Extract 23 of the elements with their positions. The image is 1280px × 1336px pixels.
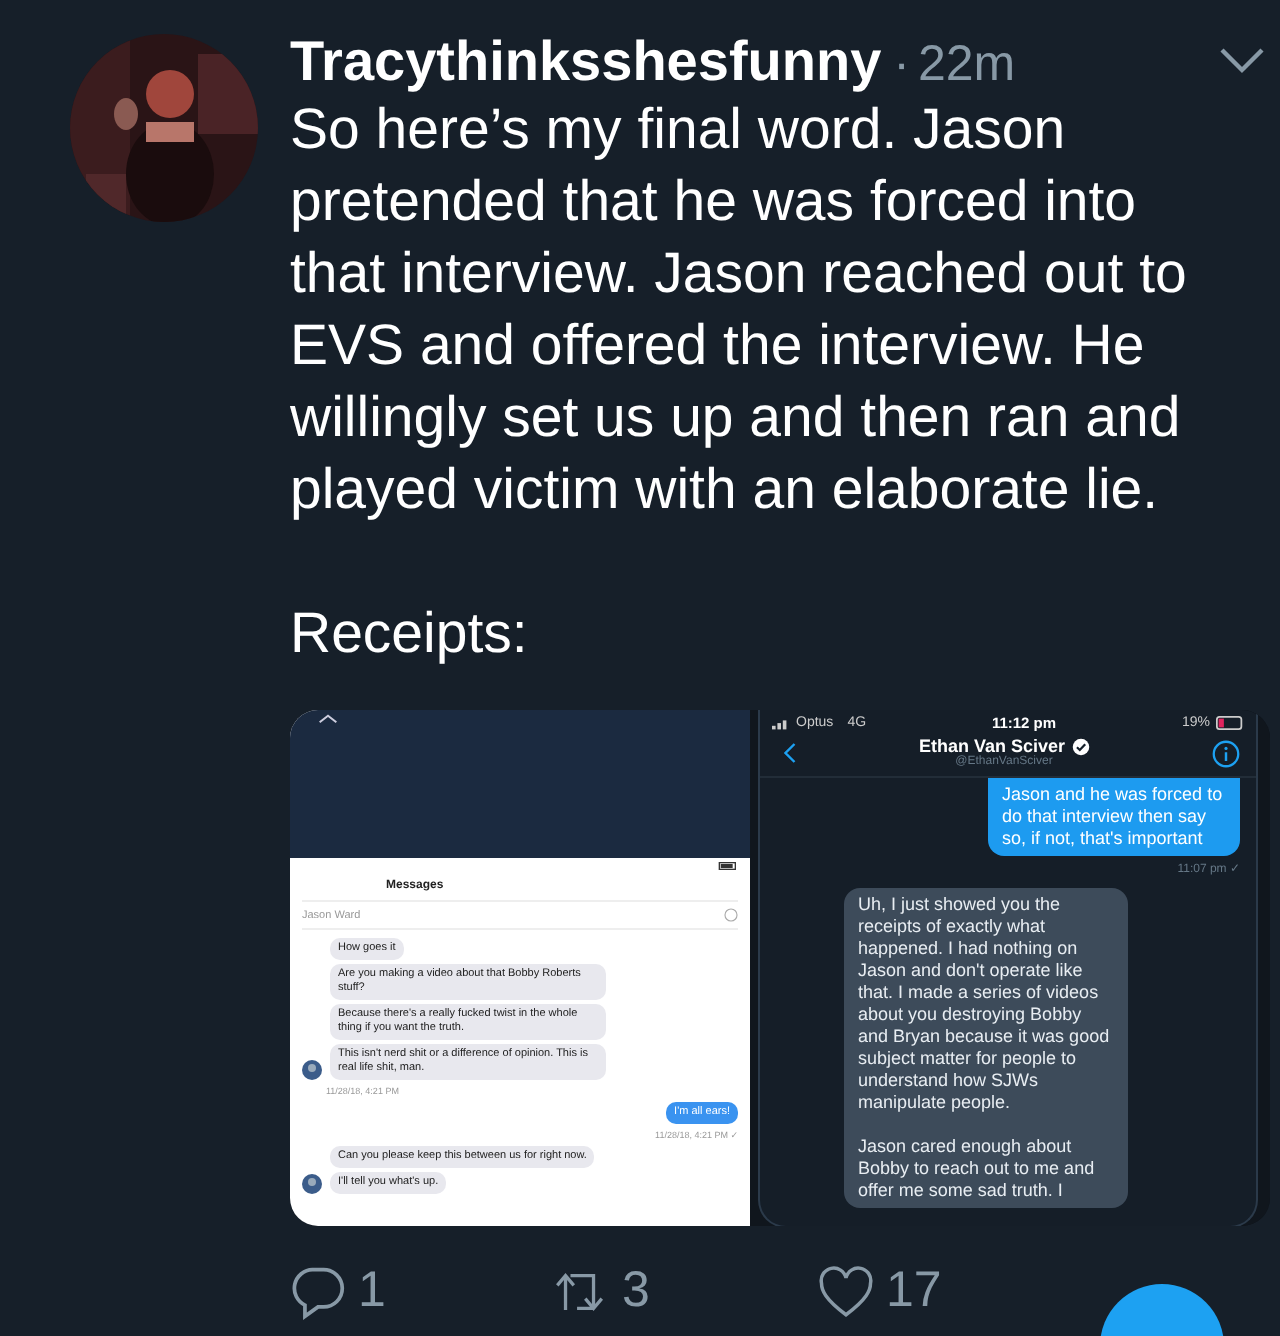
chevron-down-icon[interactable] (1218, 46, 1266, 74)
back-icon[interactable] (784, 742, 796, 764)
heart-icon[interactable] (818, 1263, 874, 1319)
info-icon[interactable] (1211, 739, 1240, 767)
battery-icon (1216, 716, 1244, 730)
message-bubble: Uh, I just showed you the receipts of exactly what happened. I had nothing on Jason and don't operate like that. I made a series of videos about you destroying Bobby and Bryan because it was good subject matter for people to understand how SJWs manipulate people. Jason cared enough about Bobby to reach out to me and offer me some sad truth. I (844, 888, 1128, 1208)
action-count: 1 (358, 1262, 386, 1320)
tweet-time: 22m (917, 36, 1016, 94)
caret-up-icon (318, 714, 338, 724)
battery-icon (718, 862, 738, 870)
signal-icon (772, 717, 790, 729)
action-count: 17 (886, 1262, 942, 1320)
avatar-icon (302, 1060, 322, 1080)
reply-icon[interactable] (290, 1263, 346, 1319)
avatar-icon (302, 1174, 322, 1194)
message-bubble: Jason and he was forced to do that interview then say so, if not, that's important (988, 778, 1240, 856)
contact-name: Ethan Van Sciver (918, 736, 1066, 756)
tweet-text: Receipts: (290, 600, 530, 670)
verified-badge-icon (1071, 737, 1090, 755)
author-name[interactable]: Tracythinksshesfunny (290, 30, 882, 94)
tweet-text: So here’s my final word. Jason pretended that he was forced into that interview. Jason reached out to EVS and offered the interview. He willingly set us up and then ran and played victim with an elaborate lie. (290, 96, 1189, 526)
action-count: 3 (622, 1262, 650, 1320)
separator: · (893, 36, 910, 94)
